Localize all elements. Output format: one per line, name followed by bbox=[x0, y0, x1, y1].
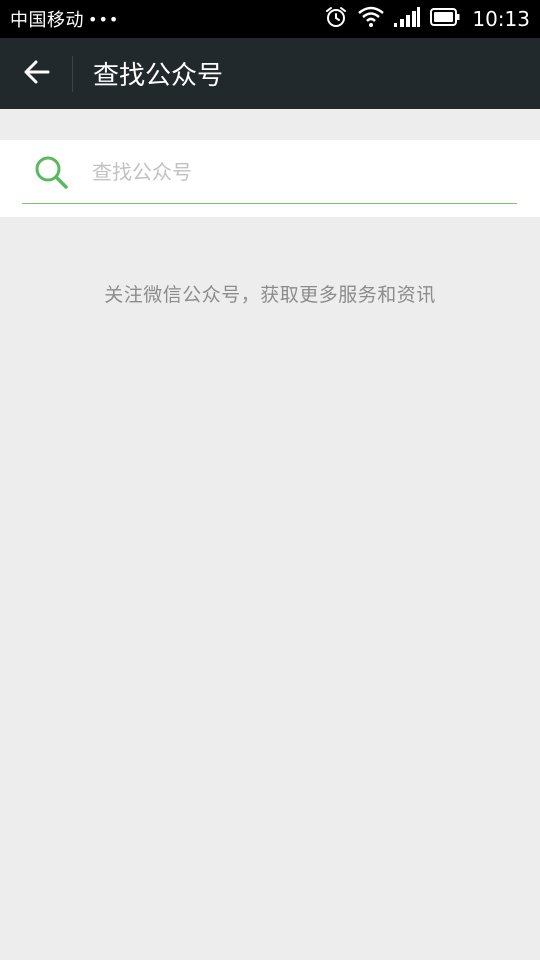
nav-bar: 查找公众号 bbox=[0, 38, 540, 109]
page-title: 查找公众号 bbox=[93, 61, 224, 91]
notification-dots: ••• bbox=[88, 9, 120, 29]
arrow-left-icon bbox=[22, 58, 50, 90]
search-input[interactable] bbox=[92, 151, 492, 192]
back-button[interactable] bbox=[0, 38, 72, 109]
battery-icon bbox=[430, 7, 460, 31]
hint-text: 关注微信公众号，获取更多服务和资讯 bbox=[104, 284, 436, 306]
carrier-name: 中国移动 bbox=[10, 10, 84, 31]
wifi-icon bbox=[358, 6, 385, 33]
clock-time: 10:13 bbox=[472, 7, 530, 31]
alarm-icon bbox=[324, 5, 348, 34]
search-icon bbox=[28, 149, 74, 195]
status-bar: 中国移动 ••• 10:13 bbox=[0, 0, 540, 38]
signal-icon bbox=[394, 6, 421, 32]
nav-divider bbox=[72, 55, 73, 92]
search-panel bbox=[0, 140, 540, 217]
status-icons: 10:13 bbox=[324, 5, 530, 34]
search-row bbox=[22, 140, 517, 204]
